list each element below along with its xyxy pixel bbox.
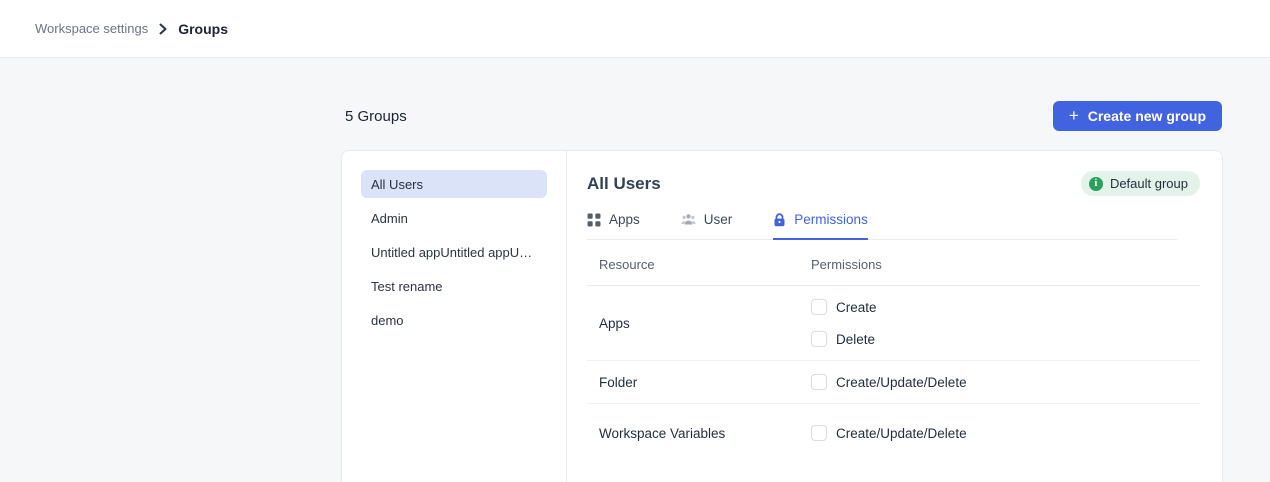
column-header-resource: Resource (599, 257, 811, 272)
create-new-group-button[interactable]: + Create new group (1053, 101, 1222, 131)
group-item-label: Test rename (371, 279, 443, 294)
tab-user-label: User (704, 212, 733, 227)
info-icon: i (1089, 177, 1103, 191)
groups-count: 5 Groups (345, 108, 407, 125)
chevron-right-icon (158, 23, 168, 35)
permission-options: Create Delete (811, 299, 877, 347)
groups-toolbar: 5 Groups + Create new group (345, 101, 1222, 131)
group-item-label: All Users (371, 177, 423, 192)
table-row-folder: Folder Create/Update/Delete (587, 361, 1200, 404)
permission-options: Create/Update/Delete (811, 425, 967, 441)
tab-permissions-label: Permissions (794, 212, 868, 227)
permissions-table-header: Resource Permissions (587, 240, 1200, 286)
tab-apps-label: Apps (609, 212, 640, 227)
tab-bar: Apps User (587, 212, 1177, 240)
permission-option-cud: Create/Update/Delete (811, 425, 967, 441)
plus-icon: + (1069, 107, 1079, 124)
create-new-group-label: Create new group (1088, 108, 1206, 124)
panel-head: All Users i Default group (587, 171, 1200, 196)
users-icon (681, 213, 696, 226)
permission-option-cud: Create/Update/Delete (811, 374, 967, 390)
default-group-badge: i Default group (1081, 171, 1200, 196)
tab-apps[interactable]: Apps (587, 212, 640, 240)
group-item-label: demo (371, 313, 404, 328)
delete-checkbox[interactable] (811, 331, 827, 347)
breadcrumb-workspace-settings[interactable]: Workspace settings (35, 21, 148, 36)
checkbox-label: Create/Update/Delete (836, 375, 967, 390)
permission-option-create: Create (811, 299, 877, 315)
lock-icon (773, 213, 786, 227)
checkbox-label: Create (836, 300, 877, 315)
permissions-table: Resource Permissions Apps Create Delete (587, 240, 1200, 454)
checkbox-label: Delete (836, 332, 875, 347)
tab-user[interactable]: User (681, 212, 733, 240)
group-item-all-users[interactable]: All Users (361, 170, 547, 198)
workspace-variables-cud-checkbox[interactable] (811, 425, 827, 441)
create-checkbox[interactable] (811, 299, 827, 315)
tab-permissions[interactable]: Permissions (773, 212, 868, 240)
group-item-label: Admin (371, 211, 408, 226)
group-item-label: Untitled appUntitled appUntitle… (371, 245, 537, 260)
default-group-label: Default group (1110, 176, 1188, 191)
column-header-permissions: Permissions (811, 257, 1200, 272)
group-item-untitled-app[interactable]: Untitled appUntitled appUntitle… (361, 238, 547, 266)
group-detail-panel: All Users i Default group Apps (567, 151, 1222, 482)
group-title: All Users (587, 174, 661, 194)
group-item-admin[interactable]: Admin (361, 204, 547, 232)
table-row-apps: Apps Create Delete (587, 286, 1200, 361)
group-item-test-rename[interactable]: Test rename (361, 272, 547, 300)
group-item-demo[interactable]: demo (361, 306, 547, 334)
checkbox-label: Create/Update/Delete (836, 426, 967, 441)
table-row-workspace-variables: Workspace Variables Create/Update/Delete (587, 404, 1200, 454)
resource-label: Apps (599, 316, 811, 331)
permission-options: Create/Update/Delete (811, 374, 967, 390)
folder-cud-checkbox[interactable] (811, 374, 827, 390)
resource-label: Workspace Variables (599, 426, 811, 441)
groups-card: All Users Admin Untitled appUntitled app… (341, 150, 1223, 482)
top-header: Workspace settings Groups (0, 0, 1270, 58)
breadcrumb: Workspace settings Groups (35, 21, 228, 37)
permission-option-delete: Delete (811, 331, 877, 347)
grid-icon (587, 213, 601, 227)
breadcrumb-groups: Groups (178, 21, 228, 37)
group-list: All Users Admin Untitled appUntitled app… (342, 151, 567, 482)
resource-label: Folder (599, 375, 811, 390)
